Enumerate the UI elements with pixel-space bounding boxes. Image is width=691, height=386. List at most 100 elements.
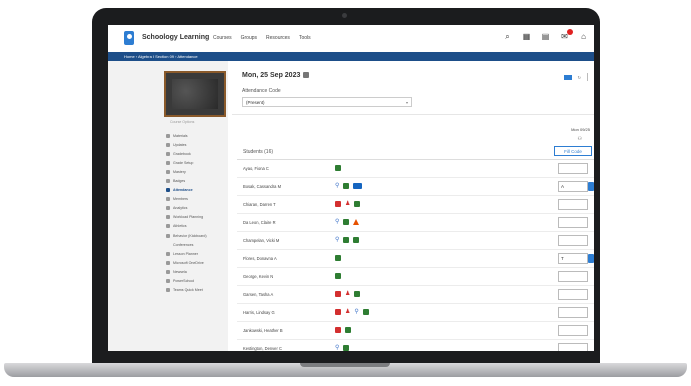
pin-icon[interactable]: ⚲ [335, 183, 339, 189]
student-name[interactable]: Flores, Donavna A [243, 256, 277, 261]
nav-resources[interactable]: Resources [266, 35, 290, 41]
attendance-code-input[interactable] [558, 343, 588, 351]
sidebar-item-updates[interactable]: Updates [166, 140, 228, 149]
breadcrumb[interactable]: Home › Algebra I Section 09 › Attendance [108, 52, 594, 61]
nav-icon [166, 151, 170, 156]
comment-button[interactable] [588, 254, 594, 263]
nav-icon [166, 169, 170, 174]
sidebar-item-attendance[interactable]: Attendance [166, 186, 228, 195]
attendance-code-input[interactable] [558, 271, 588, 282]
status-green-icon[interactable] [354, 201, 361, 207]
header-icons: ⌕ ▦ ▤ ✉ ⌂ [503, 29, 588, 41]
table-row: Ayao, Fiona C [237, 160, 594, 178]
sidebar-item-label: Attendance [173, 188, 193, 193]
attendance-code-input[interactable] [558, 289, 588, 300]
pin-icon[interactable]: ⚲ [354, 309, 358, 315]
pin-icon[interactable]: ⚲ [335, 219, 339, 225]
warning-icon[interactable] [353, 219, 360, 225]
fill-code-button[interactable]: Fill Code [554, 146, 592, 156]
status-green-icon[interactable] [343, 219, 350, 225]
calendar-icon[interactable] [303, 72, 310, 79]
nav-icon [166, 260, 170, 265]
sidebar-item-grade-setup[interactable]: Grade Setup [166, 158, 228, 167]
sidebar-item-badges[interactable]: Badges [166, 176, 228, 185]
grid-icon[interactable]: ▦ [522, 32, 531, 41]
pin-icon[interactable]: ⚲ [335, 345, 339, 351]
student-name[interactable]: Kestington, Denver C [243, 346, 282, 351]
pin-icon[interactable]: ⚲ [335, 237, 339, 243]
refresh-icon[interactable]: ↻ [578, 75, 581, 80]
alert-red-icon[interactable] [335, 291, 341, 297]
table-row: Flores, Donavna A T [237, 250, 594, 268]
badge-blue-icon[interactable] [353, 183, 363, 189]
attendance-code-input[interactable]: T [558, 253, 588, 264]
status-green-icon[interactable] [343, 183, 350, 189]
schoology-logo[interactable] [124, 31, 134, 45]
student-name[interactable]: Harris, Lindsay G [243, 310, 275, 315]
attendance-code-input[interactable]: A [558, 181, 588, 192]
attendance-code-input[interactable] [558, 307, 588, 318]
sidebar-item-label: Analytics [173, 206, 188, 211]
nav-groups[interactable]: Groups [241, 35, 257, 41]
status-green-icon[interactable] [335, 255, 341, 261]
attendance-code-input[interactable] [558, 217, 588, 228]
sidebar-item-athletics[interactable]: Athletics [166, 222, 228, 231]
sidebar-item-microsoft-onedrive[interactable]: Microsoft OneDrive [166, 258, 228, 267]
status-green-icon[interactable] [343, 345, 350, 351]
alert-red-icon[interactable] [335, 327, 341, 333]
sidebar-item-gradebook[interactable]: Gradebook [166, 149, 228, 158]
status-green-icon[interactable] [335, 165, 341, 171]
person-icon[interactable]: ♟ [345, 291, 350, 297]
view-toggles: ↻ [563, 73, 588, 81]
student-name[interactable]: Garsen, Tasha A [243, 292, 273, 297]
student-icons: ♟ ⚲ [335, 309, 369, 315]
sidebar-item-analytics[interactable]: Analytics [166, 204, 228, 213]
sidebar-item-teams-quick-meet[interactable]: Teams Quick Meet [166, 286, 228, 295]
calendar-icon[interactable]: ▤ [541, 32, 550, 41]
sidebar-item-lesson-planner[interactable]: Lesson Planner [166, 249, 228, 258]
attendance-code-select[interactable]: (Present) ▾ [242, 97, 412, 107]
search-icon[interactable]: ⌕ [503, 32, 512, 41]
student-name[interactable]: Da Leon, Claire R [243, 220, 276, 225]
alert-red-icon[interactable] [335, 309, 341, 315]
status-green-icon[interactable] [335, 273, 341, 279]
sidebar-item-powerschool[interactable]: PowerSchool [166, 277, 228, 286]
attendance-code-input[interactable] [558, 235, 588, 246]
student-name[interactable]: Ayao, Fiona C [243, 166, 269, 171]
sidebar-item-mastery[interactable]: Mastery [166, 167, 228, 176]
screen: Schoology Learning Courses Groups Resour… [108, 25, 594, 351]
person-icon[interactable]: ♟ [345, 309, 350, 315]
sidebar-item-workload-planning[interactable]: Workload Planning [166, 213, 228, 222]
student-name[interactable]: Jankowski, Heather B [243, 328, 283, 333]
attendance-code-input[interactable] [558, 325, 588, 336]
course-options[interactable]: Course Options [170, 120, 194, 124]
sidebar-item-members[interactable]: Members [166, 195, 228, 204]
messages-icon[interactable]: ✉ [560, 29, 573, 41]
status-green-icon[interactable] [343, 237, 350, 243]
alert-red-icon[interactable] [335, 201, 341, 207]
student-name[interactable]: George, Kevin N [243, 274, 273, 279]
student-name[interactable]: Chiaran, Darren T [243, 202, 276, 207]
attendance-code-input[interactable] [558, 163, 588, 174]
status-green-icon[interactable] [353, 237, 360, 243]
comment-button[interactable] [588, 182, 594, 191]
sidebar-item-behavior-kickboard[interactable]: Behavior (Kickboard) [166, 231, 228, 240]
bell-icon[interactable]: ⌂ [579, 32, 588, 41]
nav-courses[interactable]: Courses [213, 35, 232, 41]
status-green-icon[interactable] [345, 327, 351, 333]
list-view-icon[interactable] [563, 74, 572, 80]
sidebar-item-conferences[interactable]: Conferences [166, 240, 228, 249]
sidebar-item-newsela[interactable]: Newsela [166, 267, 228, 276]
status-green-icon[interactable] [354, 291, 361, 297]
attendance-code-input[interactable] [558, 199, 588, 210]
sidebar-item-label: Microsoft OneDrive [173, 260, 204, 265]
person-icon[interactable]: ♟ [345, 201, 350, 207]
nav-tools[interactable]: Tools [299, 35, 311, 41]
sidebar-item-materials[interactable]: Materials [166, 131, 228, 140]
student-name[interactable]: Bosak, Cassandra M [243, 184, 281, 189]
people-icon[interactable]: ⚇ [578, 136, 582, 142]
attendance-main: Mon, 25 Sep 2023 ↻ Attendance Code (Pres… [232, 61, 594, 351]
status-green-icon[interactable] [362, 309, 369, 315]
student-name[interactable]: Champelan, Vicki M [243, 238, 279, 243]
nav-icon [166, 179, 170, 184]
